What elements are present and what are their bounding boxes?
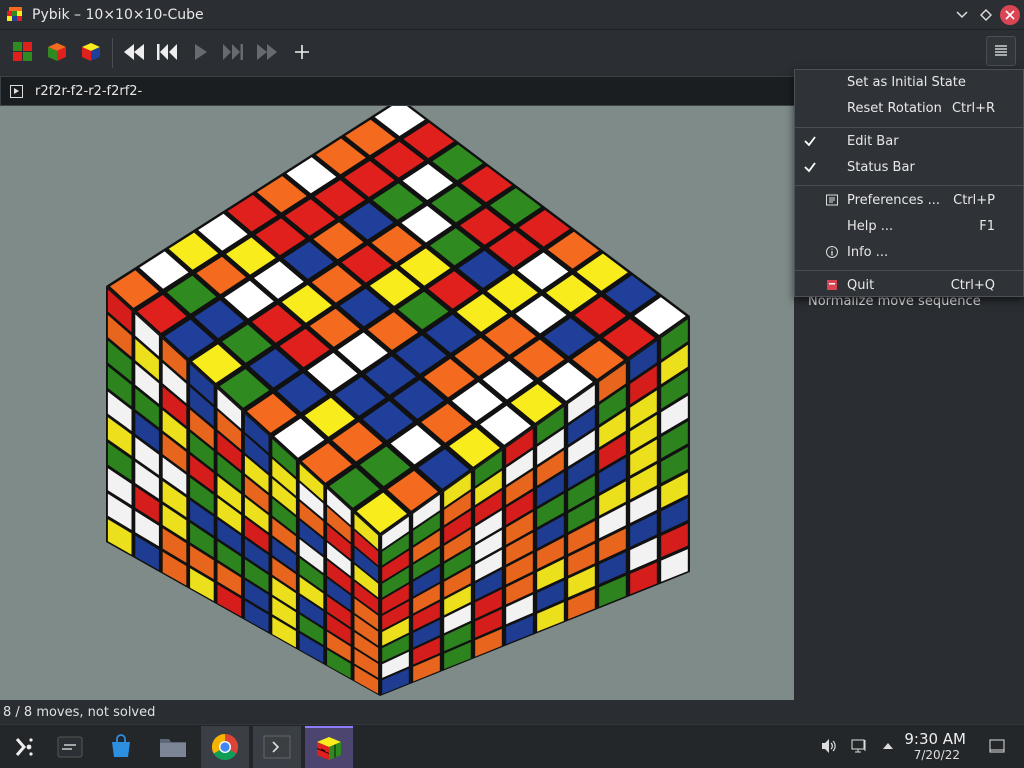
clock-date[interactable]: 7/20/22 xyxy=(914,748,960,762)
taskbar-konsole-button[interactable] xyxy=(253,726,301,768)
menu-item-set-initial-state[interactable]: Set as Initial State xyxy=(795,70,1023,96)
play-button[interactable] xyxy=(186,38,214,66)
cube-viewport[interactable] xyxy=(0,106,794,700)
menu-item-quit[interactable]: Quit Ctrl+Q xyxy=(795,273,1023,299)
volume-icon[interactable] xyxy=(820,737,838,755)
terminal-icon xyxy=(263,735,291,759)
folder-icon xyxy=(160,739,186,757)
taskbar-settings-button[interactable] xyxy=(46,726,94,768)
hamburger-menu-button[interactable] xyxy=(986,36,1016,66)
previous-button[interactable] xyxy=(153,38,181,66)
clock-time[interactable]: 9:30 AM xyxy=(904,730,966,748)
forward-button[interactable] xyxy=(253,38,281,66)
menu-item-info[interactable]: Info ... xyxy=(795,240,1023,266)
skip-back-icon xyxy=(157,44,177,60)
switcher-icon xyxy=(57,736,83,758)
menu-item-reset-rotation[interactable]: Reset Rotation Ctrl+R xyxy=(795,96,1023,122)
menu-icon xyxy=(995,45,1007,56)
main-menu: Set as Initial State Reset Rotation Ctrl… xyxy=(794,69,1024,297)
pybik-cube-icon xyxy=(316,737,341,760)
add-mark-button[interactable] xyxy=(288,38,316,66)
menu-separator xyxy=(795,127,1023,128)
title-bar: Pybik – 10×10×10-Cube xyxy=(0,0,1024,30)
chrome-icon xyxy=(211,733,239,761)
rewind-icon xyxy=(124,44,144,60)
fast-forward-icon xyxy=(257,44,277,60)
taskbar-chrome-button[interactable] xyxy=(201,726,249,768)
menu-separator xyxy=(795,185,1023,186)
maximize-button[interactable] xyxy=(976,5,996,25)
quit-icon xyxy=(827,280,837,290)
menu-item-help[interactable]: Help ... F1 xyxy=(795,214,1023,240)
menu-separator xyxy=(795,270,1023,271)
shuffle-button[interactable] xyxy=(77,38,105,66)
checkmark-icon xyxy=(804,136,816,147)
network-icon[interactable] xyxy=(850,737,868,755)
taskbar: 9:30 AM 7/20/22 xyxy=(0,724,1024,768)
status-text: 8 / 8 moves, not solved xyxy=(3,705,156,720)
toolbar xyxy=(0,30,1024,74)
menu-item-status-bar[interactable]: Status Bar xyxy=(795,155,1023,181)
launcher-button[interactable] xyxy=(0,726,48,768)
move-sequence-input[interactable] xyxy=(33,82,733,100)
taskbar-files-button[interactable] xyxy=(149,726,197,768)
edit-bar xyxy=(0,76,798,106)
plus-icon xyxy=(295,45,309,59)
menu-item-edit-bar[interactable]: Edit Bar xyxy=(795,129,1023,155)
apply-sequence-icon[interactable] xyxy=(10,84,23,98)
skip-forward-icon xyxy=(223,44,243,60)
new-solved-button[interactable] xyxy=(9,38,37,66)
rewind-button[interactable] xyxy=(120,38,148,66)
steamdeck-launcher-icon xyxy=(15,738,33,756)
close-button[interactable] xyxy=(1000,5,1020,25)
chevron-down-icon xyxy=(956,11,968,19)
close-icon xyxy=(1005,10,1015,20)
toolbar-separator xyxy=(112,38,113,68)
tray-expand-icon[interactable] xyxy=(879,737,897,755)
window-title: Pybik – 10×10×10-Cube xyxy=(32,6,204,23)
taskbar-pybik-button[interactable] xyxy=(305,726,353,768)
next-button[interactable] xyxy=(219,38,247,66)
menu-item-preferences[interactable]: Preferences ... Ctrl+P xyxy=(795,188,1023,214)
preferences-icon xyxy=(826,194,838,206)
info-icon xyxy=(826,246,838,258)
scrambled-cube-icon xyxy=(82,43,100,61)
checkmark-icon xyxy=(804,162,816,173)
cube-icon xyxy=(48,43,66,61)
status-bar: 8 / 8 moves, not solved xyxy=(0,700,1024,724)
diamond-icon xyxy=(980,9,992,21)
solved-cube-icon xyxy=(13,42,32,61)
minimize-button[interactable] xyxy=(952,5,972,25)
play-icon xyxy=(195,44,207,60)
show-desktop-icon[interactable] xyxy=(988,737,1006,755)
store-bag-icon xyxy=(112,734,130,757)
pybik-app-icon xyxy=(7,6,22,21)
new-random-button[interactable] xyxy=(43,38,71,66)
cube-3d-view[interactable] xyxy=(0,106,794,700)
taskbar-discover-button[interactable] xyxy=(97,726,145,768)
